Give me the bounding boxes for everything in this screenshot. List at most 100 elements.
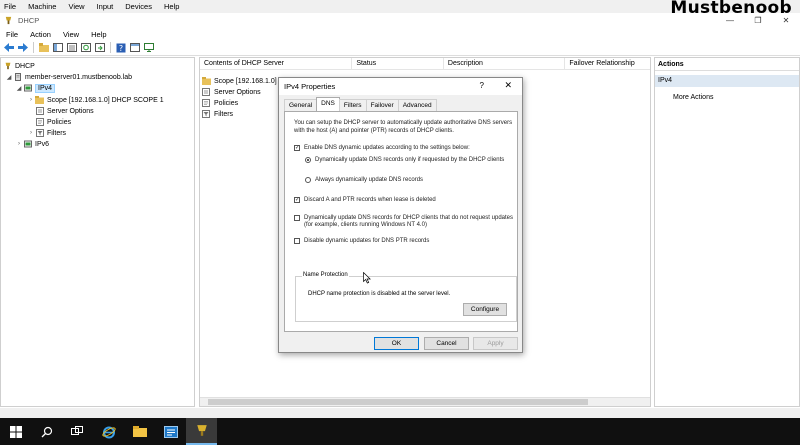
app-menu-bar: File Action View Help: [0, 28, 800, 40]
tab-dns[interactable]: DNS: [316, 97, 340, 111]
forward-arrow-icon[interactable]: [17, 42, 29, 54]
dialog-help-button[interactable]: ?: [480, 81, 484, 90]
update-nt4-clients-checkbox[interactable]: Dynamically update DNS records for DHCP …: [294, 215, 514, 229]
toolbar-separator: [33, 42, 34, 53]
chevron-right-icon[interactable]: ›: [27, 130, 35, 136]
tree-item-server[interactable]: ◢ member-server01.mustbenoob.lab: [5, 72, 132, 82]
tree-label: Scope [192.168.1.0] DHCP SCOPE 1: [47, 96, 164, 104]
list-view-icon[interactable]: [66, 42, 78, 54]
list-item[interactable]: Server Options: [202, 87, 261, 97]
list-item[interactable]: Policies: [202, 98, 238, 108]
tree-label: IPv4: [35, 83, 56, 93]
tree-item-policies[interactable]: Policies: [35, 117, 71, 127]
radio-button[interactable]: [305, 157, 311, 163]
tab-general[interactable]: General: [284, 99, 318, 111]
horizontal-scrollbar[interactable]: [200, 397, 650, 406]
radio-button[interactable]: [305, 177, 311, 183]
tree-item-filters[interactable]: › Filters: [27, 128, 66, 138]
dns-tab-panel: You can setup the DHCP server to automat…: [284, 111, 518, 332]
toolbar-separator: [110, 42, 111, 53]
column-header-description[interactable]: Description: [444, 58, 566, 69]
menu-file[interactable]: File: [6, 30, 18, 39]
list-item[interactable]: Scope [192.168.1.0]: [202, 76, 277, 86]
ipv4-icon: [23, 84, 32, 92]
discard-records-checkbox[interactable]: ✓ Discard A and PTR records when lease i…: [294, 197, 514, 204]
chevron-down-icon[interactable]: ◢: [15, 85, 23, 92]
back-arrow-icon[interactable]: [3, 42, 15, 54]
menu-help[interactable]: Help: [91, 30, 106, 39]
list-header: Contents of DHCP Server Status Descripti…: [200, 58, 650, 70]
list-item[interactable]: Filters: [202, 109, 233, 119]
vm-menu-view[interactable]: View: [68, 2, 84, 11]
apply-button[interactable]: Apply: [473, 337, 518, 350]
checkbox-box[interactable]: [294, 215, 300, 221]
vm-menu-input[interactable]: Input: [97, 2, 114, 11]
list-item-label: Filters: [214, 110, 234, 118]
configure-button[interactable]: Configure: [463, 303, 507, 316]
help-icon[interactable]: ?: [115, 42, 127, 54]
start-windows-icon[interactable]: [0, 418, 31, 445]
chevron-right-icon[interactable]: ›: [27, 97, 35, 103]
tree-item-ipv4[interactable]: ◢ IPv4: [15, 83, 56, 93]
mouse-cursor-icon: [363, 272, 371, 284]
list-item-label: Server Options: [214, 88, 261, 96]
properties-icon[interactable]: [129, 42, 141, 54]
scrollbar-thumb[interactable]: [208, 399, 588, 405]
internet-explorer-icon[interactable]: [93, 418, 124, 445]
toolbar: ?: [0, 40, 800, 56]
task-view-icon[interactable]: [62, 418, 93, 445]
tab-advanced[interactable]: Advanced: [397, 99, 437, 111]
folder-icon: [202, 77, 211, 85]
taskbar: [0, 418, 800, 445]
tree-item-scope[interactable]: › Scope [192.168.1.0] DHCP SCOPE 1: [27, 95, 164, 105]
menu-action[interactable]: Action: [30, 30, 51, 39]
file-explorer-icon[interactable]: [124, 418, 155, 445]
radio-update-if-requested[interactable]: Dynamically update DNS records only if r…: [305, 157, 510, 164]
dhcp-taskbar-icon[interactable]: [186, 418, 217, 445]
window-title: DHCP: [18, 16, 40, 25]
tree-label: IPv6: [35, 140, 50, 148]
tab-failover[interactable]: Failover: [365, 99, 399, 111]
radio-always-update[interactable]: Always dynamically update DNS records: [305, 177, 510, 184]
vm-menu-devices[interactable]: Devices: [125, 2, 152, 11]
group-title: Name Protection: [302, 272, 349, 278]
cancel-button[interactable]: Cancel: [424, 337, 469, 350]
server-manager-icon[interactable]: [155, 418, 186, 445]
filter-icon: [202, 110, 211, 118]
restore-button[interactable]: ❐: [744, 13, 772, 28]
enable-dns-updates-checkbox[interactable]: ✓ Enable DNS dynamic updates according t…: [294, 145, 514, 152]
search-icon[interactable]: [31, 418, 62, 445]
tree-item-server-options[interactable]: Server Options: [35, 106, 94, 116]
dhcp-root-icon: [3, 62, 12, 70]
monitor-icon[interactable]: [143, 42, 155, 54]
checkbox-box[interactable]: [294, 238, 300, 244]
more-actions-link[interactable]: More Actions: [655, 92, 799, 104]
export-icon[interactable]: [94, 42, 106, 54]
tree-item-dhcp[interactable]: DHCP: [3, 61, 35, 71]
vm-menu-help[interactable]: Help: [164, 2, 179, 11]
list-item-label: Scope [192.168.1.0]: [214, 77, 277, 85]
console-tree-icon[interactable]: [52, 42, 64, 54]
chevron-down-icon[interactable]: ◢: [5, 74, 13, 81]
column-header-status[interactable]: Status: [352, 58, 444, 69]
minimize-button[interactable]: —: [716, 13, 744, 28]
column-header-failover[interactable]: Failover Relationship: [565, 58, 650, 69]
tree-item-ipv6[interactable]: › IPv6: [15, 139, 49, 149]
checkbox-box[interactable]: ✓: [294, 145, 300, 151]
menu-view[interactable]: View: [63, 30, 79, 39]
vm-menu-file[interactable]: File: [4, 2, 16, 11]
actions-section-ipv4[interactable]: IPv4: [655, 75, 799, 87]
refresh-icon[interactable]: [80, 42, 92, 54]
dialog-close-button[interactable]: ✕: [504, 80, 512, 91]
checkbox-box[interactable]: ✓: [294, 197, 300, 203]
ok-button[interactable]: OK: [374, 337, 419, 350]
up-folder-icon[interactable]: [38, 42, 50, 54]
tree-label: Filters: [47, 129, 67, 137]
disable-ptr-updates-checkbox[interactable]: Disable dynamic updates for DNS PTR reco…: [294, 238, 514, 245]
policies-icon: [202, 99, 211, 107]
tab-filters[interactable]: Filters: [338, 99, 367, 111]
vm-menu-machine[interactable]: Machine: [28, 2, 56, 11]
chevron-right-icon[interactable]: ›: [15, 141, 23, 147]
close-button[interactable]: ✕: [772, 13, 800, 28]
column-header-contents[interactable]: Contents of DHCP Server: [200, 58, 353, 69]
